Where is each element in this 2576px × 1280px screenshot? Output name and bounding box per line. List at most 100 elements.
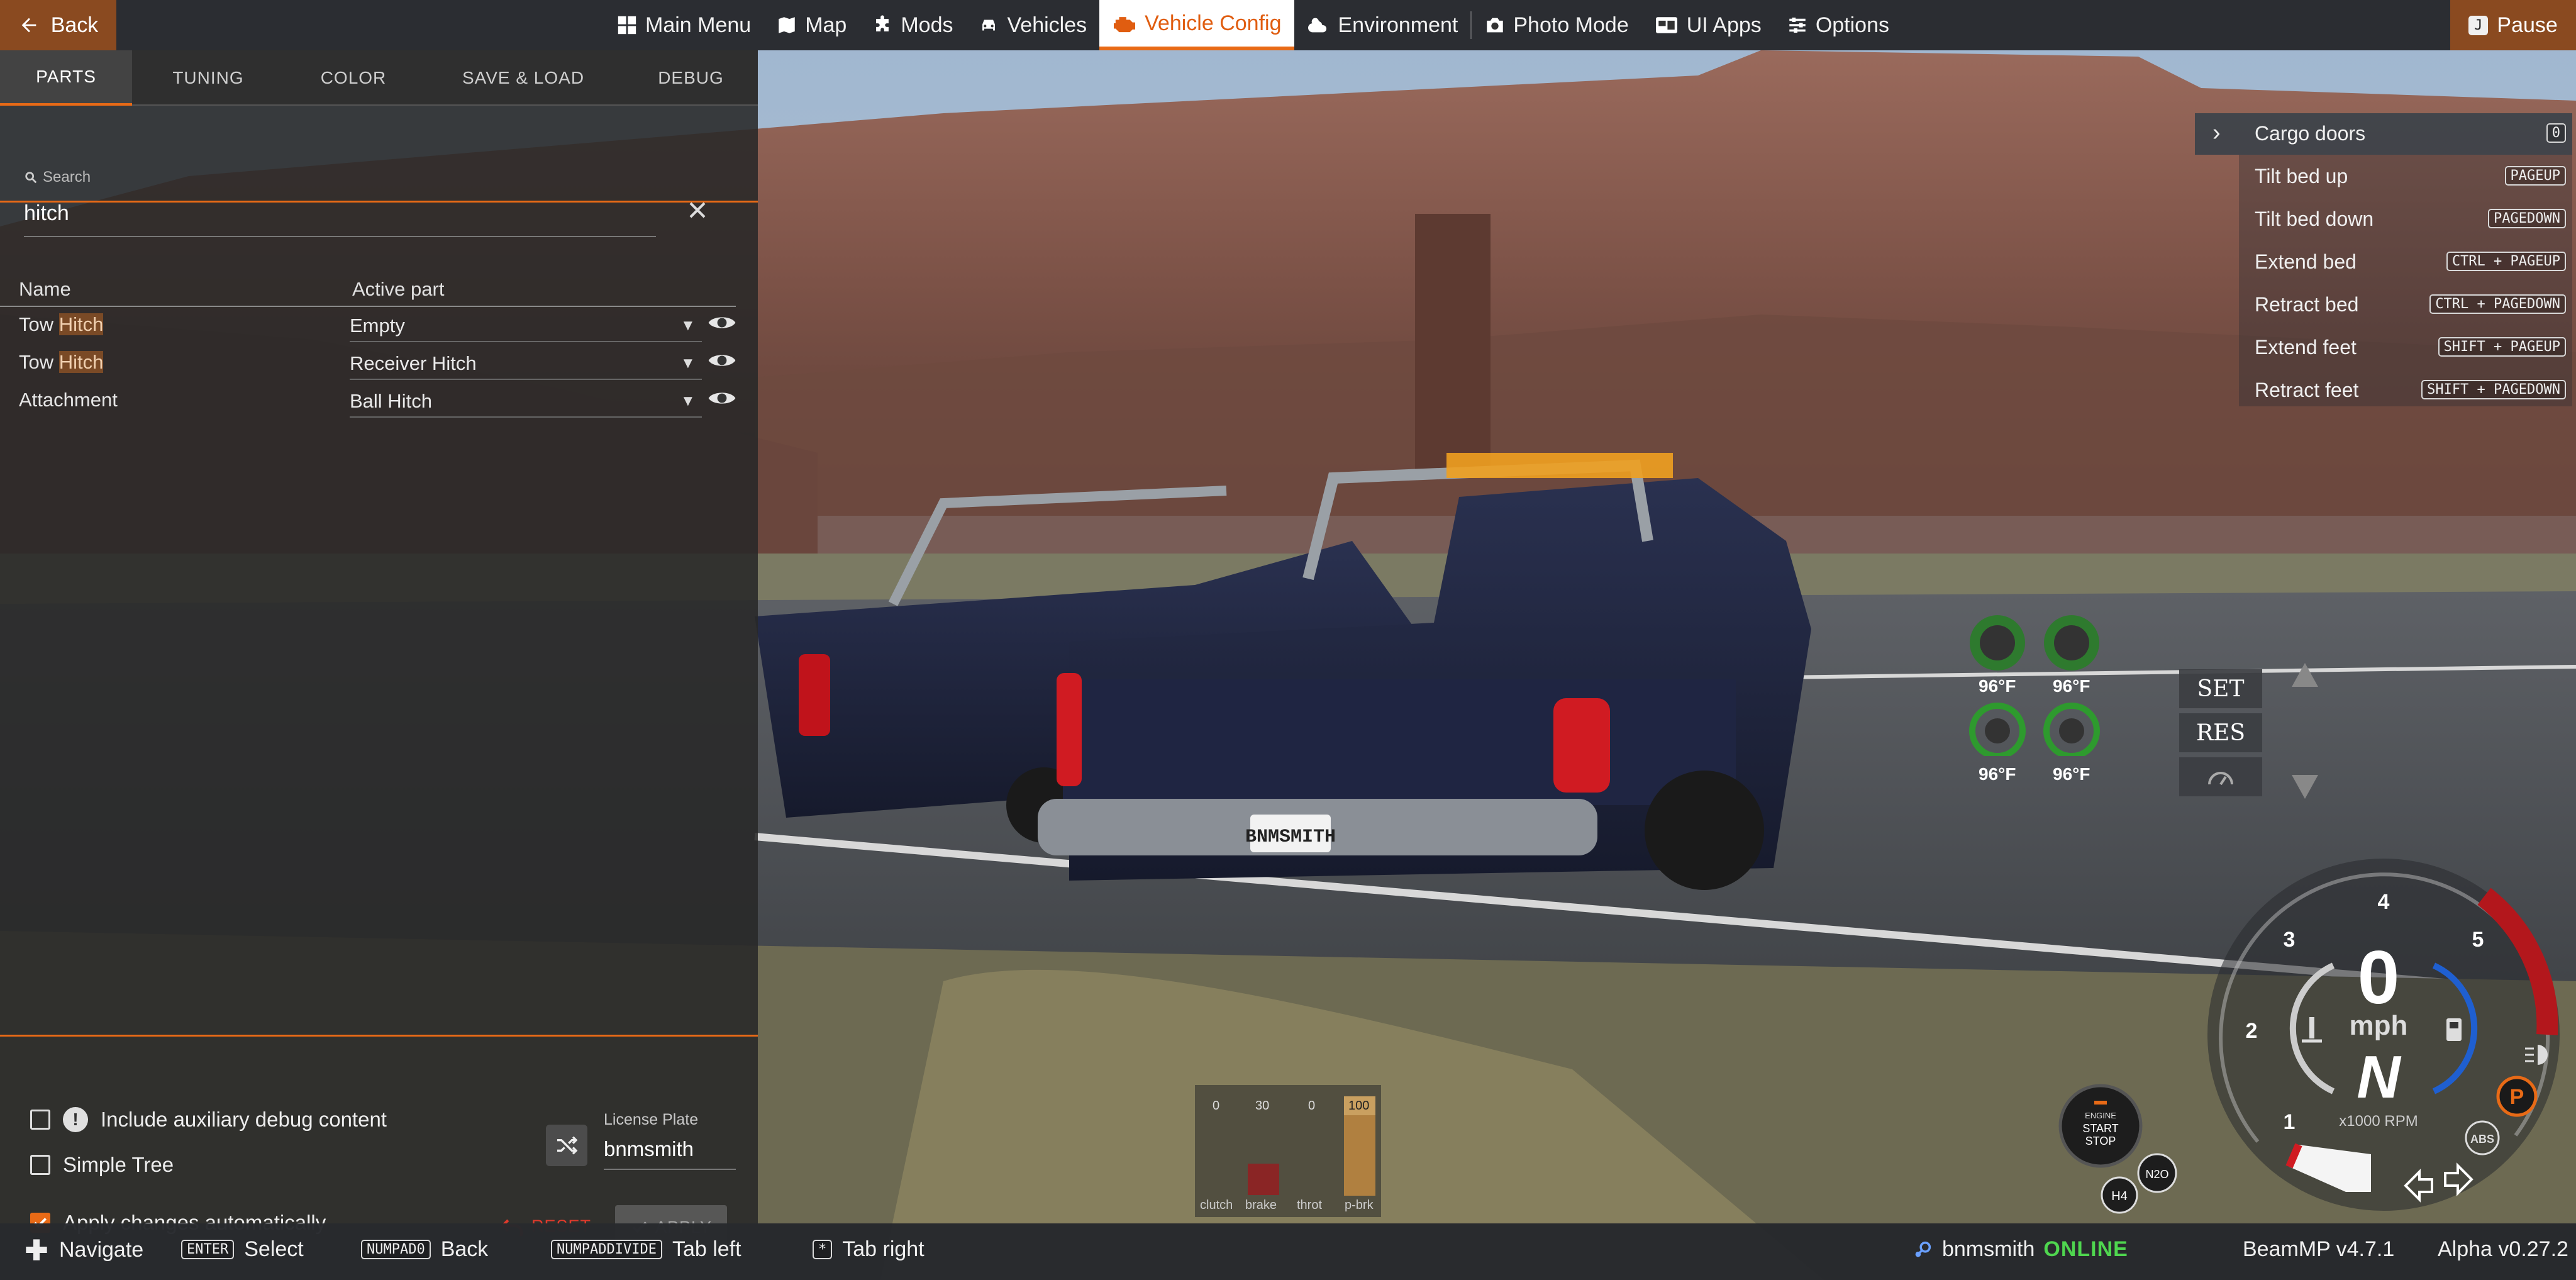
eye-icon[interactable] (708, 312, 736, 338)
select-underline (350, 341, 702, 342)
part-select[interactable]: Empty (350, 314, 405, 337)
speedometer-icon (2208, 772, 2233, 786)
nav-photo-mode[interactable]: Photo Mode (1472, 0, 1641, 50)
back-label: Back (50, 13, 99, 37)
vehicle-config-panel: PARTS TUNING COLOR SAVE & LOAD DEBUG Sea… (0, 50, 758, 1249)
hint-key: * (813, 1240, 833, 1259)
main-nav: Main Menu Map Mods Vehicles Vehicle Conf… (604, 0, 1902, 50)
chevron-down-icon[interactable]: ▼ (680, 392, 696, 410)
binding-label: Extend feet (2255, 336, 2357, 359)
nav-label: Main Menu (645, 13, 752, 37)
tire-icon (2044, 615, 2099, 671)
cruise-down-icon[interactable] (2292, 775, 2318, 799)
binding-item[interactable]: Tilt bed up PAGEUP (2195, 156, 2572, 198)
pause-button[interactable]: J Pause (2450, 0, 2576, 50)
select-underline (350, 379, 702, 380)
nav-main-menu[interactable]: Main Menu (604, 0, 763, 50)
hint-tab-left: NUMPADDIVIDE Tab left (551, 1237, 741, 1262)
tire-temp-fl: 96°F (1979, 676, 2016, 696)
part-slot-name: Attachment (19, 389, 118, 411)
nav-label: Options (1815, 13, 1889, 37)
pause-label: Pause (2497, 13, 2558, 37)
clear-search-button[interactable] (686, 195, 709, 230)
checkbox-box[interactable] (30, 1110, 50, 1130)
tab-parts[interactable]: PARTS (0, 50, 132, 106)
simple-tree-checkbox[interactable]: Simple Tree (30, 1153, 174, 1177)
steam-icon (1915, 1241, 1931, 1257)
part-select[interactable]: Ball Hitch (350, 390, 432, 413)
search-underline (24, 236, 656, 237)
bottom-hint-bar: Navigate ENTER Select NUMPAD0 Back NUMPA… (0, 1223, 2576, 1280)
nav-options[interactable]: Options (1774, 0, 1902, 50)
cruise-res-button[interactable]: RES (2179, 713, 2262, 752)
chevron-down-icon[interactable]: ▼ (680, 317, 696, 335)
binding-item[interactable]: Tilt bed down PAGEDOWN (2195, 199, 2572, 240)
cruise-set-button[interactable]: SET (2179, 669, 2262, 708)
binding-label: Extend bed (2255, 250, 2357, 273)
tire-icon (2043, 703, 2100, 756)
map-icon (779, 17, 795, 33)
back-button[interactable]: Back (0, 0, 116, 50)
nav-vehicles[interactable]: Vehicles (965, 0, 1099, 50)
hint-back: NUMPAD0 Back (361, 1237, 488, 1262)
speed-readout: 0 (2358, 935, 2400, 1020)
binding-item[interactable]: › Cargo doors 0 (2195, 113, 2572, 155)
binding-label: Tilt bed up (2255, 165, 2348, 187)
rpm-tick: 1 (2284, 1110, 2296, 1134)
eye-icon[interactable] (708, 387, 736, 414)
game-version: Alpha v0.27.2 (2438, 1237, 2568, 1261)
rpm-unit: x1000 RPM (2339, 1113, 2418, 1130)
pedal-value: 0 (1213, 1099, 1220, 1113)
pedal-value: 0 (1308, 1099, 1316, 1113)
column-active-part: Active part (352, 278, 445, 300)
rpm-tick: 5 (2472, 928, 2484, 952)
search-input[interactable]: hitch (24, 201, 69, 226)
nav-environment[interactable]: Environment (1294, 0, 1471, 50)
binding-key: PAGEDOWN (2488, 209, 2566, 228)
license-plate-input[interactable]: bnmsmith (604, 1137, 694, 1161)
nav-label: Environment (1338, 13, 1458, 37)
binding-item[interactable]: Retract feet SHIFT + PAGEDOWN (2195, 370, 2572, 411)
tab-save-load[interactable]: SAVE & LOAD (423, 50, 624, 106)
tab-tuning[interactable]: TUNING (132, 50, 284, 106)
cruise-speed-button[interactable] (2179, 757, 2262, 796)
sliders-icon (1789, 17, 1806, 33)
range-label: H4 (2111, 1189, 2128, 1203)
chevron-down-icon[interactable]: ▼ (680, 355, 696, 372)
binding-item[interactable]: Retract bed CTRL + PAGEDOWN (2195, 284, 2572, 326)
part-select[interactable]: Receiver Hitch (350, 352, 477, 375)
top-menu-bar: Back Main Menu Map Mods Vehicles Vehicle… (0, 0, 2576, 50)
tab-debug[interactable]: DEBUG (624, 50, 758, 106)
engine-led (2094, 1101, 2107, 1105)
eye-icon[interactable] (708, 350, 736, 376)
binding-item[interactable]: Extend feet SHIFT + PAGEUP (2195, 327, 2572, 369)
hint-tab-right: * Tab right (813, 1237, 924, 1262)
hint-label: Back (440, 1237, 489, 1261)
tire-temp-fr: 96°F (2053, 676, 2090, 696)
tab-color[interactable]: COLOR (284, 50, 423, 106)
pedal-name: brake (1245, 1198, 1277, 1212)
binding-item[interactable]: Extend bed CTRL + PAGEUP (2195, 242, 2572, 283)
rpm-tick: 4 (2378, 890, 2390, 914)
hint-select: ENTER Select (181, 1237, 304, 1262)
arrow-left-icon (21, 18, 36, 33)
nav-mods[interactable]: Mods (859, 0, 965, 50)
cruise-up-icon[interactable] (2292, 663, 2318, 687)
main-menu-icon (618, 16, 636, 35)
search-label: Search (43, 169, 91, 186)
nav-map[interactable]: Map (763, 0, 859, 50)
tire-icon (1969, 703, 2026, 756)
engine-label-3: STOP (2085, 1135, 2116, 1147)
randomize-plate-button[interactable] (546, 1125, 587, 1166)
hint-key: ENTER (181, 1240, 235, 1259)
nav-vehicle-config[interactable]: Vehicle Config (1099, 0, 1294, 50)
nav-ui-apps[interactable]: UI Apps (1641, 0, 1774, 50)
checkbox-box[interactable] (30, 1155, 50, 1175)
nos-label: N2O (2145, 1168, 2168, 1181)
engine-label-1: ENGINE (2085, 1111, 2116, 1120)
rpm-tick: 2 (2246, 1019, 2258, 1043)
puzzle-icon (876, 15, 889, 31)
nav-label: Photo Mode (1513, 13, 1629, 37)
aux-debug-checkbox[interactable]: ! Include auxiliary debug content (30, 1107, 387, 1132)
pedal-name: p-brk (1345, 1198, 1374, 1212)
